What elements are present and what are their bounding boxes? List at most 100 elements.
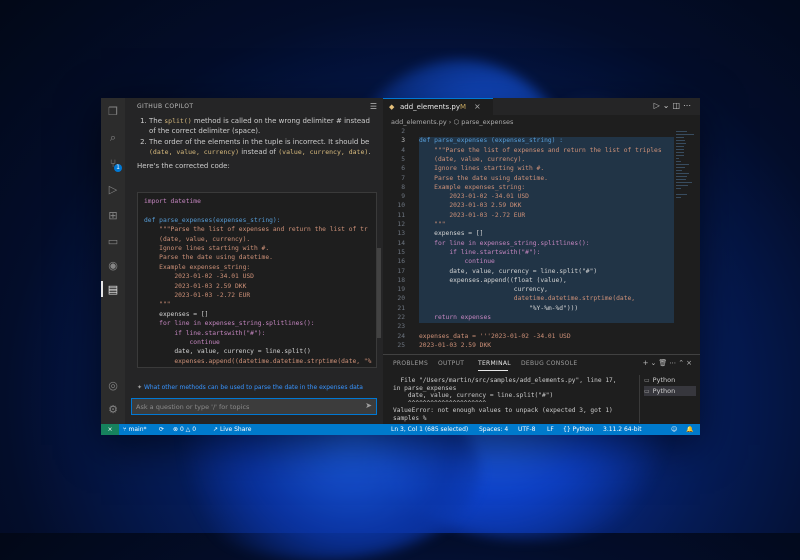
- code-line: """: [144, 301, 171, 309]
- code-line: currency,: [419, 286, 548, 294]
- line-number: 14: [397, 239, 405, 247]
- ask-input[interactable]: [136, 401, 356, 412]
- terminal-output[interactable]: File "/Users/martin/src/samples/add_elem…: [393, 377, 628, 422]
- sync-icon[interactable]: ⟳: [159, 424, 164, 435]
- code-line: Example expenses_string:: [144, 263, 251, 271]
- chat-list-item: The split() method is called on the wron…: [149, 116, 375, 136]
- feedback-icon[interactable]: ☺: [671, 424, 677, 435]
- run-dropdown-icon[interactable]: ⌄: [663, 101, 673, 110]
- copilot-chat-icon[interactable]: ▤: [107, 284, 119, 296]
- indentation[interactable]: Spaces: 4: [479, 424, 508, 435]
- sidebar-menu-icon[interactable]: ☰: [370, 102, 377, 111]
- code-area[interactable]: def parse_expenses (expenses_string) : "…: [415, 128, 700, 358]
- settings-gear-icon[interactable]: ⚙: [107, 404, 119, 416]
- split-editor-icon[interactable]: ◫: [672, 101, 683, 110]
- bottom-panel: PROBLEMS OUTPUT TERMINAL DEBUG CONSOLE +…: [383, 354, 700, 425]
- ask-input-box[interactable]: ➤: [131, 398, 377, 415]
- notifications-bell-icon[interactable]: 🔔: [686, 424, 693, 435]
- minimap-line: [676, 194, 688, 195]
- live-share-button[interactable]: ↗ Live Share: [213, 424, 251, 435]
- code-line: 2023-01-03 2.59 DKK: [419, 202, 522, 210]
- terminal-item[interactable]: ▭ Python: [644, 386, 696, 396]
- more-icon[interactable]: ⋯: [669, 359, 678, 367]
- minimap-line: [676, 155, 684, 156]
- line-number: 3: [401, 137, 405, 145]
- code-line: 2023-01-03 -2.72 EUR: [144, 292, 251, 299]
- line-number: 2: [401, 128, 405, 135]
- explorer-icon[interactable]: ❐: [107, 106, 119, 118]
- search-icon[interactable]: ⌕: [107, 132, 119, 144]
- minimap-line: [676, 170, 682, 171]
- line-number: 23: [397, 323, 405, 331]
- live-share-icon: ↗: [213, 426, 220, 433]
- line-number: 4: [401, 146, 405, 154]
- run-icon[interactable]: ▷: [654, 101, 663, 110]
- minimap-line: [676, 137, 684, 138]
- minimap-line: [676, 161, 681, 162]
- line-number: 24: [397, 332, 405, 340]
- breadcrumb-symbol[interactable]: parse_expenses: [461, 118, 513, 126]
- tab-add-elements[interactable]: ◆ add_elements.py M ×: [383, 98, 493, 115]
- maximize-icon[interactable]: ⌃: [678, 359, 686, 367]
- code-line: """Parse the list of expenses and return…: [419, 146, 662, 154]
- chevron-right-icon: › ⬡: [448, 118, 462, 126]
- code-line: 2023-01-03 2.59 DKK: [144, 282, 247, 290]
- run-debug-icon[interactable]: ▷: [107, 184, 119, 196]
- code-line: def parse_expenses (expenses_string) :: [419, 137, 564, 145]
- minimap-line: [676, 179, 686, 180]
- branch-indicator[interactable]: ⑂ main*: [123, 424, 147, 435]
- line-number: 5: [401, 155, 405, 163]
- sidebar-scrollbar[interactable]: [377, 248, 381, 338]
- code-line: for line in expenses_string.splitlines()…: [144, 320, 315, 328]
- problems-indicator[interactable]: ⊗ 0 △ 0: [173, 424, 196, 435]
- code-line: 2023-01-02 -34.01 USD: [144, 273, 254, 281]
- send-icon[interactable]: ➤: [365, 401, 372, 410]
- line-number: 16: [397, 258, 405, 266]
- terminal-item[interactable]: ▭ Python: [644, 375, 696, 385]
- suggested-question[interactable]: ✦ What other methods can be used to pars…: [137, 384, 363, 391]
- code-line: def parse_expenses(expenses_string):: [144, 216, 281, 224]
- line-number: 17: [397, 267, 405, 275]
- line-number: 25: [397, 341, 405, 349]
- language-mode[interactable]: {} Python: [563, 424, 593, 435]
- code-line: expenses = []: [144, 310, 209, 318]
- minimap-line: [676, 182, 693, 183]
- minimap-line: [676, 176, 688, 177]
- active-tab-underline: [478, 370, 508, 371]
- close-panel-icon[interactable]: ×: [686, 359, 694, 367]
- encoding[interactable]: UTF-8: [518, 424, 536, 435]
- minimap-line: [676, 131, 687, 132]
- github-icon[interactable]: ◉: [107, 260, 119, 272]
- trash-icon[interactable]: 🗑: [658, 359, 669, 367]
- python-interpreter[interactable]: 3.11.2 64-bit: [603, 424, 642, 435]
- line-number: 7: [401, 174, 405, 182]
- error-icon: ⊗: [173, 426, 180, 433]
- minimap-line: [676, 167, 686, 168]
- extensions-icon[interactable]: ⊞: [107, 210, 119, 222]
- line-number: 6: [401, 165, 405, 173]
- tab-problems[interactable]: PROBLEMS: [393, 360, 428, 367]
- close-tab-icon[interactable]: ×: [474, 102, 481, 111]
- line-ending[interactable]: LF: [547, 424, 554, 435]
- code-line: Parse the date using datetime.: [144, 254, 273, 262]
- editor-actions: ▷⌄◫⋯: [654, 101, 694, 110]
- tab-debug-console[interactable]: DEBUG CONSOLE: [521, 360, 577, 367]
- python-file-icon: ◆: [389, 103, 395, 111]
- remote-indicator-icon[interactable]: ⨯: [101, 424, 119, 435]
- code-line: continue: [419, 258, 495, 266]
- line-number: 12: [397, 221, 405, 228]
- minimap-line: [676, 140, 686, 141]
- breadcrumb-file[interactable]: add_elements.py: [391, 118, 447, 126]
- account-icon[interactable]: ◎: [107, 380, 119, 392]
- panel-actions: +⌄🗑⋯⌃×: [643, 359, 694, 367]
- code-line: import datetime: [144, 198, 201, 205]
- code-line: return expenses: [419, 314, 492, 321]
- minimap[interactable]: [676, 128, 694, 328]
- tab-terminal[interactable]: TERMINAL: [478, 360, 511, 367]
- more-actions-icon[interactable]: ⋯: [683, 101, 694, 110]
- remote-explorer-icon[interactable]: ▭: [107, 236, 119, 248]
- tab-output[interactable]: OUTPUT: [438, 360, 464, 367]
- line-number: 8: [401, 183, 405, 191]
- cursor-position[interactable]: Ln 3, Col 1 (685 selected): [391, 424, 468, 435]
- chat-code-block[interactable]: import datetime def parse_expenses(expens…: [137, 192, 377, 368]
